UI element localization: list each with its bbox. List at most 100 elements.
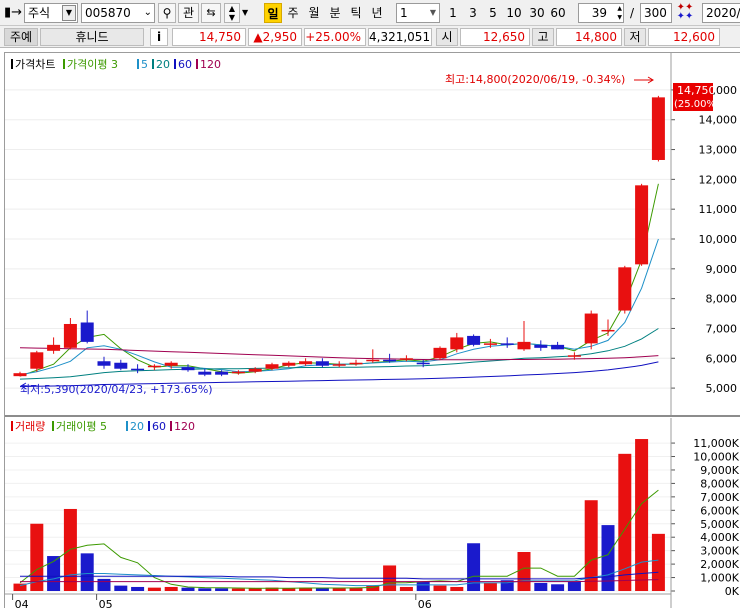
period-month-tab[interactable]: 월 [305, 3, 323, 23]
info-button[interactable]: i [150, 28, 168, 46]
price-axis-label: 9,000 [706, 263, 738, 276]
candle-body [80, 322, 94, 342]
candle-body [248, 368, 262, 372]
volume-grid [5, 442, 671, 592]
legend-label: 거래량 [15, 420, 45, 433]
candle-body [450, 337, 464, 350]
market-select[interactable]: 주식 ▼ [24, 3, 78, 23]
quick-period-1[interactable]: 1 [446, 3, 460, 23]
candle-body [265, 364, 279, 369]
volume-axis-label: 11,000K [693, 437, 739, 450]
candle-body [164, 362, 178, 366]
candle-body [315, 361, 329, 366]
quick-period-10[interactable]: 10 [504, 3, 524, 23]
legend-label: 120 [200, 58, 221, 71]
volume-bar [97, 578, 111, 591]
candle-body [601, 329, 615, 332]
candle-body [383, 359, 397, 362]
date-axis-label: 05 [99, 598, 113, 608]
volume-bar [198, 588, 212, 591]
dropdown-icon[interactable]: ▼ [242, 3, 252, 23]
market-select-value: 주식 [28, 6, 51, 20]
candle-body [618, 267, 632, 311]
volume-bar [551, 584, 565, 591]
period-day-tab[interactable]: 일 [264, 3, 282, 23]
volume-bar [517, 552, 531, 591]
volume-legend: 거래량 거래이평 5 20 60 120 [11, 420, 195, 433]
period-value-select[interactable]: 1 ▼ [396, 3, 440, 23]
search-icon[interactable]: ⚲ [158, 3, 176, 23]
date-axis: 04 05 06 [5, 593, 671, 608]
toolbar: ▮→ 주식 ▼ 005870 ⌄ ⚲ 관 ⇆ ▲ ▼ ▼ 일 주 월 분 틱 년 … [0, 0, 740, 26]
volume-bar [450, 586, 464, 591]
legend-label: 5 [141, 58, 148, 71]
legend-swatch [137, 59, 139, 69]
period-minute-tab[interactable]: 분 [326, 3, 344, 23]
quick-period-3[interactable]: 3 [466, 3, 480, 23]
volume-bars [13, 439, 665, 591]
volume-bar [534, 582, 548, 591]
candle-body [584, 313, 598, 344]
open-price: 12,650 [460, 28, 530, 46]
watchlist-button[interactable]: 관 [178, 3, 199, 23]
volume-axis-label: 9,000K [700, 464, 739, 477]
convert-icon[interactable]: ⇆ [201, 3, 221, 23]
price-change-pct: +25.00% [304, 28, 366, 46]
price-axis-label: 11,000 [699, 203, 738, 216]
candle-body [467, 335, 481, 345]
volume-bar [433, 585, 447, 591]
stock-code-input[interactable]: 005870 ⌄ [81, 3, 155, 23]
period-tick-tab[interactable]: 틱 [347, 3, 365, 23]
date-input[interactable]: 2020/0 [702, 3, 740, 23]
total-count-input[interactable]: 300 [640, 3, 672, 23]
volume-bar [114, 585, 128, 591]
legend-swatch [126, 421, 128, 431]
high-annotation: 최고:14,800(2020/06/19, -0.34%) [445, 73, 625, 86]
candle-body [567, 355, 581, 357]
legend-swatch [148, 421, 150, 431]
volume-bar [131, 586, 145, 591]
chevron-down-icon: ▼ [429, 8, 436, 17]
volume-bar [248, 588, 262, 591]
legend-label: 60 [152, 420, 166, 433]
grid-config-icon[interactable]: ✦✦ ✦✦ [676, 3, 694, 23]
display-count-input[interactable]: 39 ▲ ▼ [578, 3, 624, 23]
quick-period-30[interactable]: 30 [527, 3, 547, 23]
stock-code-value: 005870 [85, 6, 131, 20]
date-value: 2020/0 [706, 6, 740, 20]
quick-period-5[interactable]: 5 [486, 3, 500, 23]
candle-body [534, 344, 548, 348]
candle-body [47, 344, 61, 351]
legend-swatch [11, 59, 13, 69]
low-label: 저 [624, 28, 646, 46]
candle-body [517, 341, 531, 350]
volume-bar [332, 588, 346, 591]
legend-label: 20 [130, 420, 144, 433]
quick-period-60[interactable]: 60 [548, 3, 568, 23]
volume-axis-label: 8,000K [700, 477, 739, 490]
volume-bar [416, 581, 430, 591]
price-legend: 가격차트 가격이평 3 5 20 60 120 [11, 58, 221, 71]
volume-axis-label: 3,000K [700, 545, 739, 558]
price-axis-label: 8,000 [706, 293, 738, 306]
price-axis-label: 10,000 [699, 233, 738, 246]
last-pct-tag-value: (25.00%) [674, 99, 720, 110]
volume-bar [315, 588, 329, 591]
period-week-tab[interactable]: 주 [284, 3, 302, 23]
candle-body [332, 364, 346, 366]
quote-bar: 주예 휴니드 i 14,750 ▲2,950 +25.00% 4,321,051… [0, 26, 740, 48]
candle-body [114, 362, 128, 369]
candle-body [299, 361, 313, 365]
candle-body [131, 368, 145, 371]
price-axis-label: 14,000 [699, 114, 738, 127]
volume-bar [147, 587, 161, 591]
panel-toggle-icon[interactable]: ▮→ [4, 3, 24, 23]
volume-bar [80, 553, 94, 591]
chart-area[interactable]: 5,000 6,000 7,000 8,000 9,000 10,000 11,000 12,… [4, 52, 740, 608]
period-year-tab[interactable]: 년 [368, 3, 386, 23]
date-axis-label: 06 [418, 598, 432, 608]
stepper-icon[interactable]: ▲ ▼ [224, 3, 240, 23]
chart-svg: 5,000 6,000 7,000 8,000 9,000 10,000 11,000 12,… [5, 53, 740, 608]
volume-axis-label: 4,000K [700, 531, 739, 544]
volume-panel: 0K1,000K2,000K3,000K4,000K5,000K6,000K7,… [5, 418, 740, 608]
